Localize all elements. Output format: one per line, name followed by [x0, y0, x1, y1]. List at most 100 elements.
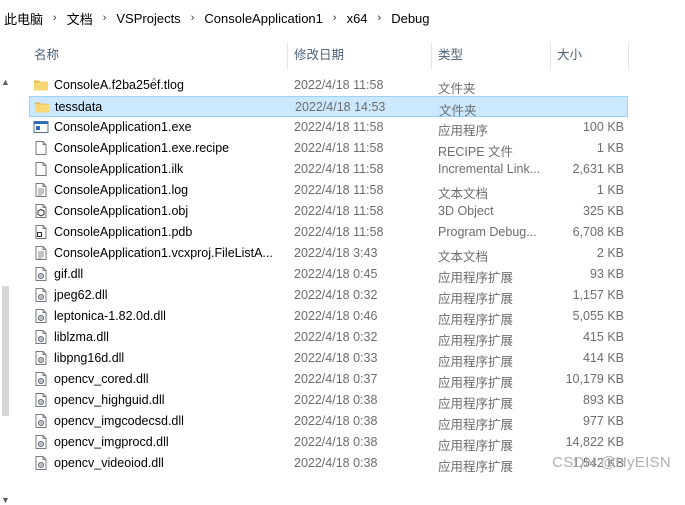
breadcrumb-separator-icon[interactable]: › [372, 12, 388, 24]
file-date: 2022/4/18 0:38 [294, 456, 378, 470]
file-date: 2022/4/18 14:53 [295, 100, 386, 114]
scrollbar-thumb[interactable] [2, 286, 9, 416]
file-type: 应用程序扩展 [438, 271, 514, 285]
breadcrumb-item[interactable]: x64 [343, 11, 372, 26]
breadcrumb-separator-icon[interactable]: › [97, 12, 113, 24]
file-name: opencv_imgcodecsd.dll [54, 414, 184, 428]
file-row[interactable]: opencv_imgprocd.dll 2022/4/18 0:38 应用程序扩展 1… [29, 432, 628, 453]
file-type: Program Debug... [438, 225, 537, 239]
text-file-icon [33, 182, 50, 199]
file-type: 文本文档 [438, 187, 489, 201]
breadcrumb: 此电脑 › 文档 › VSProjects › ConsoleApplication1 › x6… [0, 0, 685, 36]
file-row[interactable]: ConsoleApplication1.exe.recipe 2022/4/18 … [29, 138, 628, 159]
file-row[interactable]: liblzma.dll 2022/4/18 0:32 应用程序扩展 415 KB [29, 327, 628, 348]
file-row[interactable]: ConsoleApplication1.ilk 2022/4/18 11:58 In… [29, 159, 628, 180]
file-size: 14,822 KB [565, 435, 624, 449]
file-icon [33, 140, 50, 157]
breadcrumb-item[interactable]: 此电脑 [0, 9, 47, 28]
object-file-icon [33, 203, 50, 220]
file-name: ConsoleApplication1.pdb [54, 225, 193, 239]
dll-icon [33, 371, 50, 388]
file-row[interactable]: opencv_cored.dll 2022/4/18 0:37 应用程序扩展 10,1… [29, 369, 628, 390]
breadcrumb-separator-icon[interactable]: › [47, 12, 63, 24]
column-divider[interactable] [287, 42, 288, 70]
file-type: 应用程序扩展 [438, 292, 514, 306]
file-date: 2022/4/18 11:58 [294, 78, 384, 92]
file-date: 2022/4/18 11:58 [294, 141, 384, 155]
breadcrumb-item[interactable]: ConsoleApplication1 [200, 11, 327, 26]
file-date: 2022/4/18 0:32 [294, 330, 378, 344]
file-date: 2022/4/18 11:58 [294, 225, 384, 239]
file-name: tessdata [55, 100, 103, 114]
scroll-up-icon[interactable]: ▲ [1, 77, 10, 87]
file-row[interactable]: libpng16d.dll 2022/4/18 0:33 应用程序扩展 414 KB [29, 348, 628, 369]
column-header-size[interactable]: 大小 [552, 36, 628, 72]
file-name: opencv_imgprocd.dll [54, 435, 169, 449]
file-name: opencv_videoiod.dll [54, 456, 164, 470]
watermark: CSDN @HyEISN [552, 454, 671, 471]
dll-icon [33, 455, 50, 472]
file-type: 应用程序扩展 [438, 418, 514, 432]
dll-icon [33, 392, 50, 409]
file-name: ConsoleApplication1.vcxproj.FileListA... [54, 246, 273, 260]
file-row[interactable]: ConsoleApplication1.pdb 2022/4/18 11:58 Pr… [29, 222, 628, 243]
file-date: 2022/4/18 11:58 [294, 120, 384, 134]
file-row[interactable]: jpeg62.dll 2022/4/18 0:32 应用程序扩展 1,157 KB [29, 285, 628, 306]
dll-icon [33, 266, 50, 283]
file-row[interactable]: opencv_highguid.dll 2022/4/18 0:38 应用程序扩展 8… [29, 390, 628, 411]
breadcrumb-item[interactable]: VSProjects [112, 11, 184, 26]
file-row[interactable]: ConsoleApplication1.vcxproj.FileListA...… [29, 243, 628, 264]
file-name: opencv_cored.dll [54, 372, 149, 386]
column-header-row: 名称 ^ 修改日期 类型 大小 [0, 36, 685, 86]
column-divider[interactable] [431, 42, 432, 70]
file-size: 100 KB [582, 120, 624, 134]
file-size: 414 KB [582, 351, 624, 365]
exe-icon [33, 119, 50, 136]
column-header-type[interactable]: 类型 [433, 36, 549, 72]
file-name: jpeg62.dll [54, 288, 108, 302]
text-file-icon [33, 245, 50, 262]
dll-icon [33, 434, 50, 451]
file-name: liblzma.dll [54, 330, 109, 344]
breadcrumb-separator-icon[interactable]: › [327, 12, 343, 24]
file-row[interactable]: gif.dll 2022/4/18 0:45 应用程序扩展 93 KB [29, 264, 628, 285]
column-header-date[interactable]: 修改日期 [289, 36, 431, 72]
file-type: 文件夹 [438, 82, 476, 96]
file-name: ConsoleApplication1.exe.recipe [54, 141, 230, 155]
file-date: 2022/4/18 0:38 [294, 393, 378, 407]
file-size: 1 KB [596, 141, 624, 155]
file-type: 应用程序 [438, 124, 489, 138]
file-row[interactable]: tessdata 2022/4/18 14:53 文件夹 [29, 96, 628, 118]
file-name: leptonica-1.82.0d.dll [54, 309, 166, 323]
file-row[interactable]: ConsoleA.f2ba25ef.tlog 2022/4/18 11:58 文件夹 [29, 75, 628, 96]
folder-icon [34, 99, 51, 116]
file-date: 2022/4/18 0:33 [294, 351, 378, 365]
column-divider[interactable] [628, 42, 629, 70]
dll-icon [33, 329, 50, 346]
file-type: 应用程序扩展 [438, 460, 514, 474]
file-row[interactable]: ConsoleApplication1.log 2022/4/18 11:58 文本… [29, 180, 628, 201]
scrollbar[interactable]: ▲ ▼ [0, 36, 12, 505]
file-type: Incremental Link... [438, 162, 541, 176]
file-row[interactable]: leptonica-1.82.0d.dll 2022/4/18 0:46 应用程序扩… [29, 306, 628, 327]
file-date: 2022/4/18 11:58 [294, 162, 384, 176]
file-name: gif.dll [54, 267, 84, 281]
file-type: RECIPE 文件 [438, 145, 514, 159]
breadcrumb-separator-icon[interactable]: › [185, 12, 201, 24]
breadcrumb-item[interactable]: Debug [387, 11, 433, 26]
file-size: 2,631 KB [572, 162, 624, 176]
file-type: 应用程序扩展 [438, 334, 514, 348]
file-row[interactable]: ConsoleApplication1.obj 2022/4/18 11:58 3D… [29, 201, 628, 222]
file-row[interactable]: ConsoleApplication1.exe 2022/4/18 11:58 应用… [29, 117, 628, 138]
breadcrumb-item[interactable]: 文档 [63, 9, 97, 28]
file-row[interactable]: opencv_imgcodecsd.dll 2022/4/18 0:38 应用程序扩… [29, 411, 628, 432]
file-type: 应用程序扩展 [438, 439, 514, 453]
file-name: ConsoleApplication1.ilk [54, 162, 184, 176]
file-row[interactable]: opencv_videoiod.dll 2022/4/18 0:38 应用程序扩展 1… [29, 453, 628, 474]
column-header-name[interactable]: 名称 [29, 36, 283, 72]
column-divider[interactable] [550, 42, 551, 70]
scroll-down-icon[interactable]: ▼ [1, 495, 10, 505]
file-date: 2022/4/18 0:46 [294, 309, 378, 323]
dll-icon [33, 413, 50, 430]
file-type: 应用程序扩展 [438, 313, 514, 327]
